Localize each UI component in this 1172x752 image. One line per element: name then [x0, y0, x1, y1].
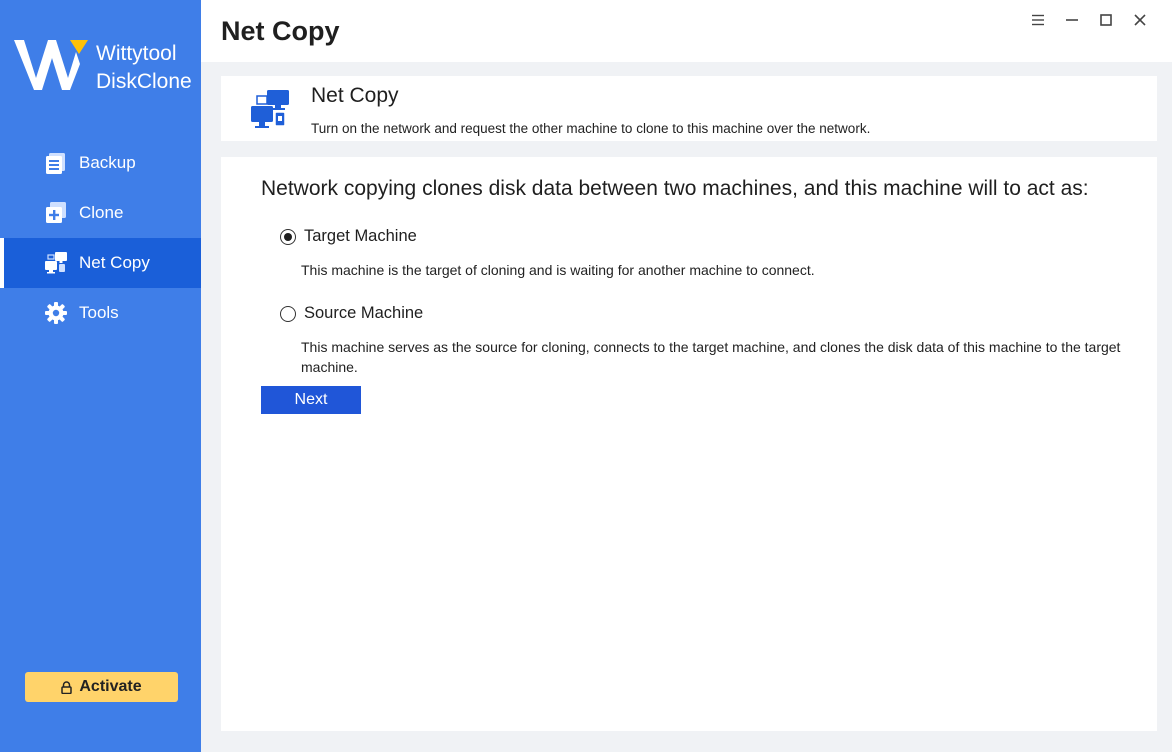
- sidebar-item-label: Clone: [79, 203, 124, 222]
- sidebar-item-net-copy[interactable]: Net Copy: [0, 238, 201, 288]
- sidebar-nav: Backup Clone Net Copy Tools: [0, 138, 201, 338]
- brand-product: DiskClone: [96, 70, 192, 93]
- close-icon[interactable]: [1129, 10, 1150, 30]
- window-controls: [1027, 10, 1150, 30]
- activate-label: Activate: [79, 678, 142, 695]
- sidebar-item-label: Backup: [79, 153, 136, 172]
- feature-header: Net Copy Turn on the network and request…: [221, 76, 1157, 141]
- feature-description: Turn on the network and request the othe…: [311, 121, 871, 136]
- sidebar: Wittytool DiskClone Backup Clone Net Cop…: [0, 0, 201, 752]
- option-label: Source Machine: [304, 304, 424, 322]
- role-question: Network copying clones disk data between…: [261, 177, 1089, 200]
- main-area: Net Copy Net Copy Turn on the network an…: [201, 0, 1172, 752]
- radio-button[interactable]: [280, 305, 296, 322]
- app-logo: [14, 38, 94, 92]
- sidebar-item-clone[interactable]: Clone: [0, 188, 201, 238]
- sidebar-item-label: Tools: [79, 303, 119, 322]
- option-label: Target Machine: [304, 227, 417, 245]
- sidebar-item-backup[interactable]: Backup: [0, 138, 201, 188]
- net-copy-icon: [249, 88, 293, 137]
- option-description: This machine serves as the source for cl…: [301, 339, 1121, 375]
- menu-icon[interactable]: [1027, 10, 1048, 30]
- maximize-icon[interactable]: [1095, 10, 1116, 30]
- content-panel: Network copying clones disk data between…: [221, 157, 1157, 731]
- feature-title: Net Copy: [311, 84, 399, 107]
- gear-icon: [44, 301, 68, 325]
- option-description: This machine is the target of cloning an…: [301, 262, 815, 278]
- target-machine-radio[interactable]: Target Machine: [280, 227, 417, 246]
- radio-button[interactable]: [280, 228, 296, 245]
- sidebar-item-tools[interactable]: Tools: [0, 288, 201, 338]
- radio-selected-dot: [284, 232, 292, 241]
- minimize-icon[interactable]: [1061, 10, 1082, 30]
- title-bar: Net Copy: [201, 0, 1172, 62]
- net-copy-icon: [44, 251, 68, 275]
- clone-icon: [44, 201, 68, 225]
- app-brand: Wittytool DiskClone: [96, 40, 192, 96]
- backup-icon: [44, 151, 68, 175]
- activate-button[interactable]: Activate: [25, 672, 178, 702]
- source-machine-radio[interactable]: Source Machine: [280, 304, 423, 323]
- next-button[interactable]: Next: [261, 386, 361, 414]
- sidebar-item-label: Net Copy: [79, 253, 150, 272]
- brand-name: Wittytool: [96, 42, 177, 65]
- page-title: Net Copy: [221, 16, 340, 46]
- lock-icon: [61, 680, 73, 694]
